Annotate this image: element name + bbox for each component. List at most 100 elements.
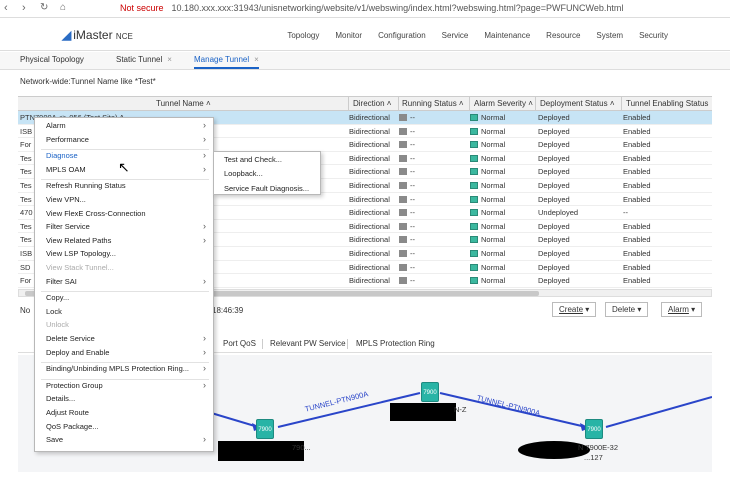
delete-button[interactable]: Delete ▾ bbox=[605, 302, 649, 317]
chevron-right-icon: › bbox=[203, 379, 206, 390]
node-label: ...127 bbox=[584, 453, 603, 462]
chevron-right-icon: › bbox=[203, 275, 206, 286]
cell-running-status: -- bbox=[399, 113, 467, 122]
menu-item-alarm[interactable]: Alarm bbox=[46, 121, 66, 130]
ne-node-icon[interactable]: 7900 bbox=[256, 419, 274, 439]
back-icon[interactable]: ‹ bbox=[4, 2, 8, 14]
cell-enabling-status: Enabled bbox=[623, 235, 651, 245]
nav-configuration[interactable]: Configuration bbox=[378, 31, 426, 40]
cell-direction: Bidirectional bbox=[349, 262, 390, 272]
menu-item-deploy-and-enable[interactable]: Deploy and Enable bbox=[46, 348, 109, 357]
alarm-normal-icon bbox=[470, 222, 478, 230]
menu-item-filter-sai[interactable]: Filter SAI bbox=[46, 277, 77, 286]
browser-bar: ‹ › ↻ ⌂ Not secure 10.180.xxx.xxx:31943/u… bbox=[0, 0, 730, 18]
nav-security[interactable]: Security bbox=[639, 31, 668, 40]
close-icon[interactable]: × bbox=[254, 55, 259, 64]
menu-item-performance[interactable]: Performance bbox=[46, 135, 89, 144]
menu-item-qos-package[interactable]: QoS Package... bbox=[46, 422, 99, 431]
tab-manage-tunnel[interactable]: Manage Tunnel × bbox=[194, 55, 259, 69]
create-button[interactable]: Create ▾ bbox=[552, 302, 597, 317]
menu-item-view-flexe-cross-connection[interactable]: View FlexE Cross-Connection bbox=[46, 209, 146, 218]
alarm-normal-icon bbox=[470, 263, 478, 271]
home-icon[interactable]: ⌂ bbox=[60, 2, 66, 13]
col-direction[interactable]: Direction ˄ bbox=[353, 99, 391, 108]
submenu-loopback[interactable]: Loopback... bbox=[224, 169, 263, 178]
chevron-right-icon: › bbox=[203, 120, 206, 130]
cell-running-status: -- bbox=[399, 181, 467, 190]
menu-item-copy[interactable]: Copy... bbox=[46, 293, 69, 302]
nav-service[interactable]: Service bbox=[442, 31, 469, 40]
filter-criteria: Network-wide:Tunnel Name like *Test* bbox=[20, 77, 156, 86]
menu-item-protection-group[interactable]: Protection Group bbox=[46, 381, 103, 390]
tab-relevant-pw-service[interactable]: Relevant PW Service bbox=[270, 339, 346, 348]
close-icon[interactable]: × bbox=[167, 55, 172, 64]
menu-separator bbox=[41, 149, 209, 151]
col-deployment-status[interactable]: Deployment Status ˄ bbox=[540, 99, 615, 108]
submenu-service-fault-diagnosis[interactable]: Service Fault Diagnosis... bbox=[224, 184, 309, 193]
running-status-icon bbox=[399, 168, 407, 176]
menu-item-delete-service[interactable]: Delete Service bbox=[46, 334, 95, 343]
cell-alarm-severity: Normal bbox=[470, 195, 534, 204]
tab-physical-topology[interactable]: Physical Topology bbox=[20, 55, 84, 64]
reload-icon[interactable]: ↻ bbox=[40, 2, 48, 13]
cell-deployment-status: Deployed bbox=[538, 262, 570, 272]
cell-direction: Bidirectional bbox=[349, 153, 390, 163]
col-tunnel-name[interactable]: Tunnel Name ˄ bbox=[156, 99, 211, 108]
cell-direction: Bidirectional bbox=[349, 180, 390, 190]
cell-running-status: -- bbox=[399, 127, 467, 136]
menu-item-unlock: Unlock bbox=[46, 320, 69, 330]
cell-running-status: -- bbox=[399, 235, 467, 244]
chevron-right-icon: › bbox=[203, 133, 206, 144]
menu-item-filter-service[interactable]: Filter Service bbox=[46, 222, 90, 231]
menu-item-diagnose[interactable]: Diagnose bbox=[46, 151, 78, 160]
col-alarm-severity[interactable]: Alarm Severity ˄ bbox=[474, 99, 533, 108]
menu-item-details[interactable]: Details... bbox=[46, 394, 75, 403]
nav-topology[interactable]: Topology bbox=[287, 31, 319, 40]
address-bar[interactable]: Not secure 10.180.xxx.xxx:31943/unisnetwo… bbox=[120, 3, 623, 13]
ne-node-icon[interactable]: 7900 bbox=[585, 419, 603, 439]
diagnose-submenu: Test and Check... Loopback... Service Fa… bbox=[213, 151, 321, 195]
nav-monitor[interactable]: Monitor bbox=[335, 31, 362, 40]
menu-item-binding-unbinding-mpls-protection-ring[interactable]: Binding/Unbinding MPLS Protection Ring..… bbox=[46, 364, 189, 373]
submenu-test-and-check[interactable]: Test and Check... bbox=[224, 155, 282, 164]
tab-port-qos[interactable]: Port QoS bbox=[223, 339, 256, 348]
menu-item-save[interactable]: Save bbox=[46, 435, 63, 444]
alarm-normal-icon bbox=[470, 127, 478, 135]
tab-static-tunnel[interactable]: Static Tunnel × bbox=[116, 55, 172, 64]
menu-item-refresh-running-status[interactable]: Refresh Running Status bbox=[46, 181, 126, 190]
menu-item-lock[interactable]: Lock bbox=[46, 307, 62, 316]
cell-running-status: -- bbox=[399, 249, 467, 258]
menu-item-mpls-oam[interactable]: MPLS OAM bbox=[46, 165, 86, 174]
alarm-normal-icon bbox=[470, 249, 478, 257]
chevron-right-icon: › bbox=[203, 234, 206, 245]
cell-deployment-status: Deployed bbox=[538, 276, 570, 286]
menu-item-adjust-route[interactable]: Adjust Route bbox=[46, 408, 89, 417]
nav-system[interactable]: System bbox=[596, 31, 623, 40]
node-label: 790... bbox=[292, 443, 311, 452]
menu-item-view-lsp-topology[interactable]: View LSP Topology... bbox=[46, 249, 116, 258]
cell-alarm-severity: Normal bbox=[470, 140, 534, 149]
nav-resource[interactable]: Resource bbox=[546, 31, 580, 40]
chevron-right-icon: › bbox=[203, 363, 206, 374]
forward-icon[interactable]: › bbox=[22, 2, 26, 14]
cell-enabling-status: Enabled bbox=[623, 221, 651, 231]
menu-item-view-related-paths[interactable]: View Related Paths bbox=[46, 236, 111, 245]
cell-enabling-status: Enabled bbox=[623, 194, 651, 204]
col-running-status[interactable]: Running Status ˄ bbox=[402, 99, 464, 108]
cell-alarm-severity: Normal bbox=[470, 154, 534, 163]
cell-direction: Bidirectional bbox=[349, 140, 390, 150]
nav-maintenance[interactable]: Maintenance bbox=[484, 31, 530, 40]
chevron-right-icon: › bbox=[203, 434, 206, 445]
running-status-icon bbox=[399, 263, 407, 271]
alarm-button[interactable]: Alarm ▾ bbox=[661, 302, 703, 317]
alarm-normal-icon bbox=[470, 277, 478, 285]
cell-direction: Bidirectional bbox=[349, 221, 390, 231]
cell-deployment-status: Deployed bbox=[538, 140, 570, 150]
cell-enabling-status: Enabled bbox=[623, 248, 651, 258]
col-tunnel-enabling-status[interactable]: Tunnel Enabling Status bbox=[626, 99, 708, 108]
cell-enabling-status: Enabled bbox=[623, 167, 651, 177]
menu-item-view-vpn[interactable]: View VPN... bbox=[46, 195, 86, 204]
tab-mpls-protection-ring[interactable]: MPLS Protection Ring bbox=[356, 339, 435, 348]
ne-node-icon[interactable]: 7900 bbox=[421, 382, 439, 402]
cell-enabling-status: Enabled bbox=[623, 180, 651, 190]
